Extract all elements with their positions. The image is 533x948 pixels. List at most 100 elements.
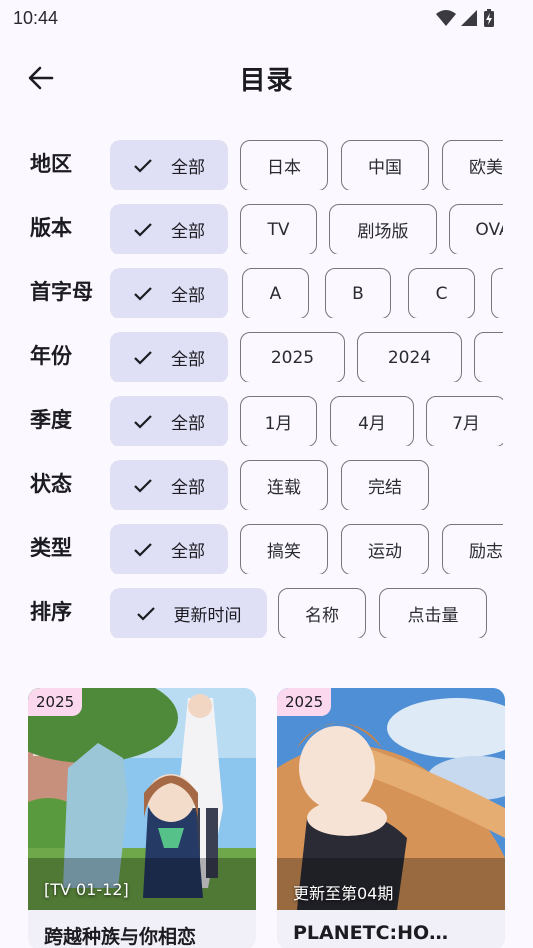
chip-label: 1月 xyxy=(264,414,293,434)
chip-all[interactable]: 全部 xyxy=(110,204,228,254)
filter-row-initial: 首字母 全部 A B C D xyxy=(0,264,533,318)
chip-option[interactable]: 中国 xyxy=(341,140,429,190)
chip-option[interactable]: 完结 xyxy=(341,460,429,510)
chip-label: 2024 xyxy=(387,347,432,368)
chip-all[interactable]: 全部 xyxy=(110,524,228,574)
filter-row-status: 状态 全部 连载 完结 xyxy=(0,456,533,510)
chip-label: A xyxy=(269,283,282,304)
chip-option[interactable]: 2025 xyxy=(240,332,345,382)
chip-scroller[interactable]: 更新时间 名称 点击量 xyxy=(110,584,503,638)
chip-option[interactable]: 2023 xyxy=(474,332,503,382)
status-bar: 10:44 xyxy=(0,0,533,36)
anime-title: PLANETC:HO… xyxy=(293,922,449,944)
filter-label: 类型 xyxy=(30,536,72,560)
chip-label: 全部 xyxy=(171,158,205,178)
check-icon xyxy=(133,478,153,494)
chip-scroller[interactable]: 全部 2025 2024 2023 xyxy=(110,328,503,382)
chip-label: 全部 xyxy=(171,286,205,306)
check-icon xyxy=(133,414,153,430)
chip-label: 中国 xyxy=(368,158,402,178)
check-icon xyxy=(133,350,153,366)
filter-label: 版本 xyxy=(30,216,72,240)
episode-label: 更新至第04期 xyxy=(293,884,394,903)
filter-row-year: 年份 全部 2025 2024 2023 xyxy=(0,328,533,382)
chip-label: C xyxy=(435,283,448,304)
cover-image: 2025 更新至第04期 xyxy=(277,688,505,910)
chip-option[interactable]: OVA xyxy=(449,204,503,254)
chip-option[interactable]: 连载 xyxy=(240,460,328,510)
status-icons xyxy=(433,8,494,28)
chip-all[interactable]: 全部 xyxy=(110,332,228,382)
chip-label: 完结 xyxy=(368,478,402,498)
chip-label: 连载 xyxy=(267,478,301,498)
filter-row-genre: 类型 全部 搞笑 运动 励志 xyxy=(0,520,533,574)
chip-option[interactable]: 搞笑 xyxy=(240,524,328,574)
chip-all[interactable]: 全部 xyxy=(110,140,228,190)
episode-label: [TV 01-12] xyxy=(44,880,129,899)
chip-label: 更新时间 xyxy=(173,606,242,626)
page-title: 目录 xyxy=(239,66,294,96)
filter-row-version: 版本 全部 TV 剧场版 OVA xyxy=(0,200,533,254)
chip-update-time[interactable]: 更新时间 xyxy=(110,588,267,638)
check-icon xyxy=(133,222,153,238)
filter-label: 状态 xyxy=(30,472,72,496)
chip-scroller[interactable]: 全部 1月 4月 7月 xyxy=(110,392,503,446)
filter-label: 地区 xyxy=(30,152,72,176)
chip-label: B xyxy=(352,283,364,304)
chip-option[interactable]: D xyxy=(491,268,503,318)
chip-all[interactable]: 全部 xyxy=(110,396,228,446)
check-icon xyxy=(136,606,156,622)
chip-option[interactable]: 剧场版 xyxy=(329,204,437,254)
chip-option[interactable]: 名称 xyxy=(278,588,366,638)
anime-card[interactable]: 2025 [TV 01-12] 跨越种族与你相恋 xyxy=(28,688,256,948)
chip-label: 全部 xyxy=(171,478,205,498)
chip-option[interactable]: 励志 xyxy=(442,524,503,574)
chip-option[interactable]: B xyxy=(325,268,391,318)
wifi-icon xyxy=(436,10,456,26)
chip-option[interactable]: 2024 xyxy=(357,332,462,382)
status-time: 10:44 xyxy=(13,8,59,28)
chip-option[interactable]: A xyxy=(242,268,309,318)
chip-label: 2025 xyxy=(270,347,315,368)
anime-title: 跨越种族与你相恋 xyxy=(44,926,197,948)
chip-option[interactable]: 1月 xyxy=(240,396,317,446)
chip-option[interactable]: 欧美 xyxy=(442,140,503,190)
check-icon xyxy=(133,286,153,302)
chip-label: 运动 xyxy=(368,542,402,562)
chip-option[interactable]: 点击量 xyxy=(379,588,487,638)
chip-label: 全部 xyxy=(171,222,205,242)
filter-label: 排序 xyxy=(30,600,72,624)
chip-label: 全部 xyxy=(171,414,205,434)
chip-label: 剧场版 xyxy=(357,222,409,242)
check-icon xyxy=(133,542,153,558)
filter-row-region: 地区 全部 日本 中国 欧美 xyxy=(0,136,533,190)
chip-option[interactable]: 4月 xyxy=(330,396,414,446)
chip-scroller[interactable]: 全部 A B C D xyxy=(110,264,503,318)
anime-card[interactable]: 2025 更新至第04期 PLANETC:HO… xyxy=(277,688,505,948)
check-icon xyxy=(133,158,153,174)
chip-option[interactable]: C xyxy=(408,268,475,318)
filter-label: 首字母 xyxy=(30,280,93,304)
chip-label: 名称 xyxy=(305,606,339,626)
chip-label: TV xyxy=(267,219,290,240)
chip-scroller[interactable]: 全部 TV 剧场版 OVA xyxy=(110,200,503,254)
chip-all[interactable]: 全部 xyxy=(110,460,228,510)
top-app-bar: 目录 xyxy=(0,46,533,110)
filter-row-sort: 排序 更新时间 名称 点击量 xyxy=(0,584,533,638)
filter-label: 年份 xyxy=(30,344,72,368)
chip-label: 4月 xyxy=(358,414,386,434)
chip-label: 搞笑 xyxy=(267,542,301,562)
chip-label: 7月 xyxy=(452,414,480,434)
chip-scroller[interactable]: 全部 日本 中国 欧美 xyxy=(110,136,503,190)
chip-scroller[interactable]: 全部 搞笑 运动 励志 xyxy=(110,520,503,574)
chip-label: 励志 xyxy=(469,542,503,562)
chip-label: 欧美 xyxy=(469,158,503,178)
chip-all[interactable]: 全部 xyxy=(110,268,228,318)
chip-option[interactable]: TV xyxy=(240,204,317,254)
chip-label: 全部 xyxy=(171,350,205,370)
chip-option[interactable]: 7月 xyxy=(426,396,503,446)
year-badge: 2025 xyxy=(277,688,332,716)
chip-option[interactable]: 运动 xyxy=(341,524,429,574)
chip-scroller[interactable]: 全部 连载 完结 xyxy=(110,456,503,510)
chip-option[interactable]: 日本 xyxy=(240,140,328,190)
